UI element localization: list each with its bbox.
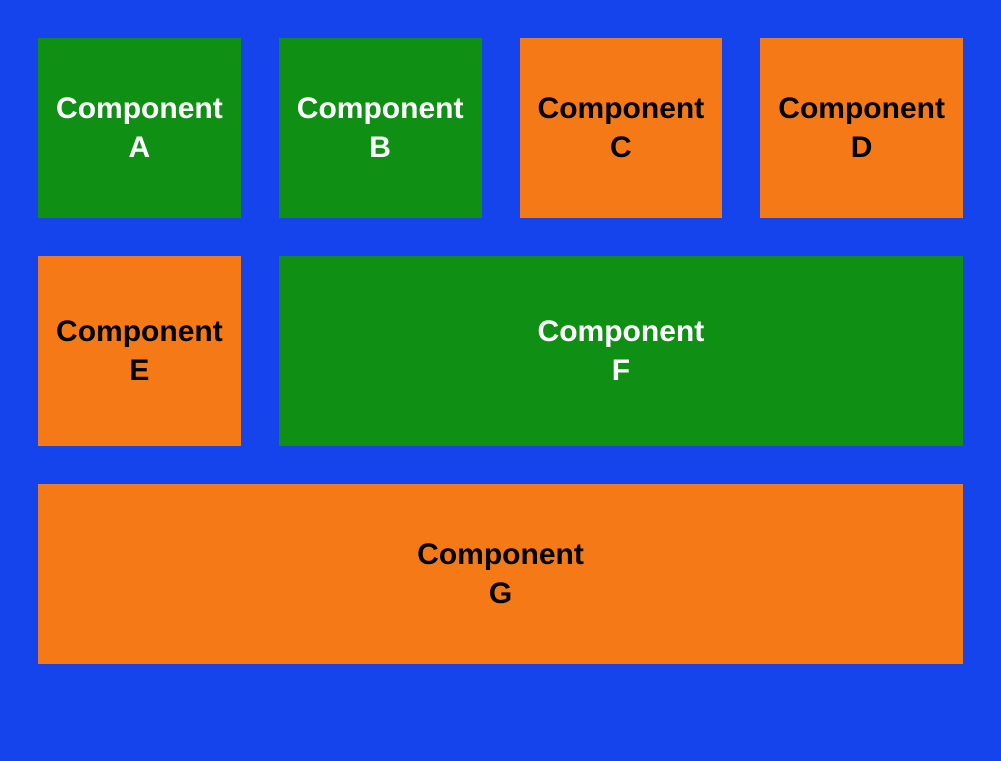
component-g-label: Component G: [417, 535, 584, 613]
component-a-label: Component A: [56, 89, 223, 167]
component-f-label: Component F: [538, 312, 705, 390]
component-d-label: Component D: [778, 89, 945, 167]
component-d: Component D: [760, 38, 963, 218]
component-a: Component A: [38, 38, 241, 218]
component-c-label: Component C: [538, 89, 705, 167]
component-c: Component C: [520, 38, 723, 218]
component-f: Component F: [279, 256, 963, 446]
component-g: Component G: [38, 484, 963, 664]
component-e: Component E: [38, 256, 241, 446]
component-b: Component B: [279, 38, 482, 218]
component-e-label: Component E: [56, 312, 223, 390]
component-b-label: Component B: [297, 89, 464, 167]
diagram-grid: Component A Component B Component C Comp…: [38, 38, 963, 723]
